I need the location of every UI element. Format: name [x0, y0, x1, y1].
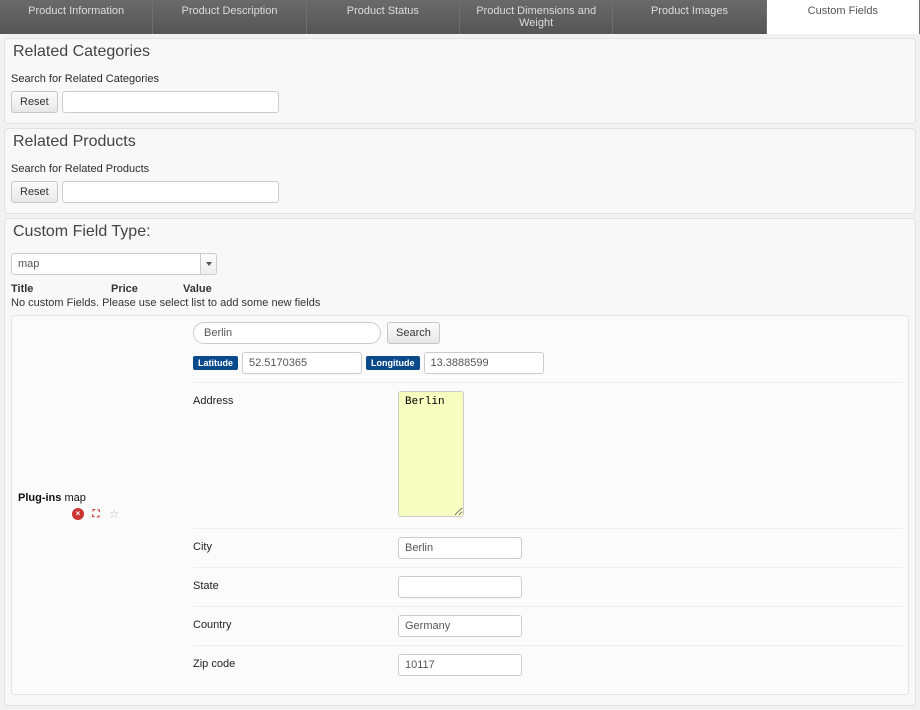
col-value: Value: [183, 283, 909, 295]
search-input-categories[interactable]: [62, 91, 279, 113]
label-zip: Zip code: [193, 654, 398, 670]
delete-icon[interactable]: ×: [72, 508, 84, 520]
map-search-button[interactable]: Search: [387, 322, 440, 344]
custom-field-type-select[interactable]: [11, 253, 217, 275]
latitude-input[interactable]: [242, 352, 362, 374]
label-state: State: [193, 576, 398, 592]
search-input-products[interactable]: [62, 181, 279, 203]
label-city: City: [193, 537, 398, 553]
country-input[interactable]: [398, 615, 522, 637]
label-address: Address: [193, 391, 398, 407]
tab-custom-fields[interactable]: Custom Fields: [767, 0, 920, 34]
label-country: Country: [193, 615, 398, 631]
reset-button-categories[interactable]: Reset: [11, 91, 58, 113]
tab-product-dimensions[interactable]: Product Dimensions and Weight: [460, 0, 613, 34]
custom-field-type-value[interactable]: [11, 253, 201, 275]
address-textarea[interactable]: Berlin: [398, 391, 464, 517]
chevron-down-icon[interactable]: [201, 253, 217, 275]
panel-title-related-categories: Related Categories: [9, 43, 154, 61]
state-input[interactable]: [398, 576, 522, 598]
plugin-label-name: map: [61, 492, 85, 504]
tab-bar: Product Information Product Description …: [0, 0, 920, 34]
reset-button-products[interactable]: Reset: [11, 181, 58, 203]
plugin-label: Plug-ins map: [18, 492, 181, 504]
star-icon[interactable]: ☆: [108, 508, 120, 520]
latitude-badge: Latitude: [193, 356, 238, 370]
map-search-input[interactable]: [193, 322, 381, 344]
tab-product-description[interactable]: Product Description: [153, 0, 306, 34]
custom-fields-header-row: Title Price Value: [11, 283, 909, 295]
tab-product-images[interactable]: Product Images: [613, 0, 766, 34]
zip-input[interactable]: [398, 654, 522, 676]
map-form-area: Plug-ins map × ⛶ ☆ Search Latitude Longi…: [11, 315, 909, 695]
panel-title-custom-field-type: Custom Field Type:: [9, 223, 155, 241]
custom-fields-empty-message: No custom Fields. Please use select list…: [11, 297, 909, 309]
panel-related-products: Related Products Search for Related Prod…: [4, 128, 916, 214]
city-input[interactable]: [398, 537, 522, 559]
tab-product-status[interactable]: Product Status: [307, 0, 460, 34]
longitude-badge: Longitude: [366, 356, 420, 370]
col-title: Title: [11, 283, 111, 295]
panel-related-categories: Related Categories Search for Related Ca…: [4, 38, 916, 124]
panel-custom-field-type: Custom Field Type: Title Price Value No …: [4, 218, 916, 706]
tab-product-information[interactable]: Product Information: [0, 0, 153, 34]
col-price: Price: [111, 283, 183, 295]
plugin-icon-row: × ⛶ ☆: [72, 508, 181, 520]
plugin-label-bold: Plug-ins: [18, 492, 61, 504]
panel-title-related-products: Related Products: [9, 133, 140, 151]
label-search-related-categories: Search for Related Categories: [11, 73, 909, 85]
longitude-input[interactable]: [424, 352, 544, 374]
label-search-related-products: Search for Related Products: [11, 163, 909, 175]
expand-icon[interactable]: ⛶: [90, 508, 102, 520]
